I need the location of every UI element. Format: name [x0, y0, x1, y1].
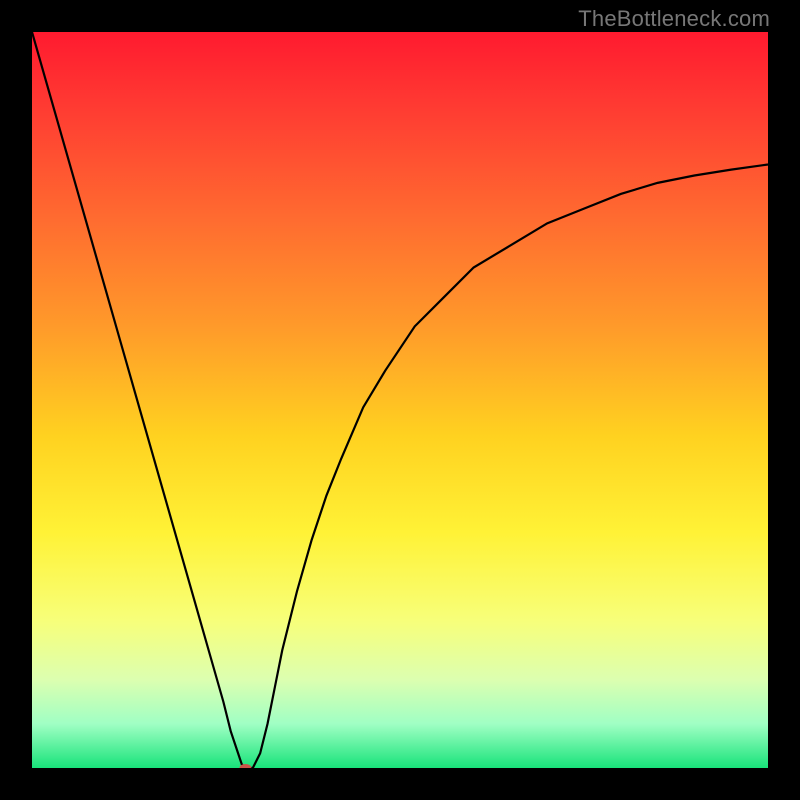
gradient-background	[32, 32, 768, 768]
chart-frame: TheBottleneck.com	[0, 0, 800, 800]
chart-svg	[32, 32, 768, 768]
watermark-text: TheBottleneck.com	[578, 6, 770, 32]
plot-area	[32, 32, 768, 768]
